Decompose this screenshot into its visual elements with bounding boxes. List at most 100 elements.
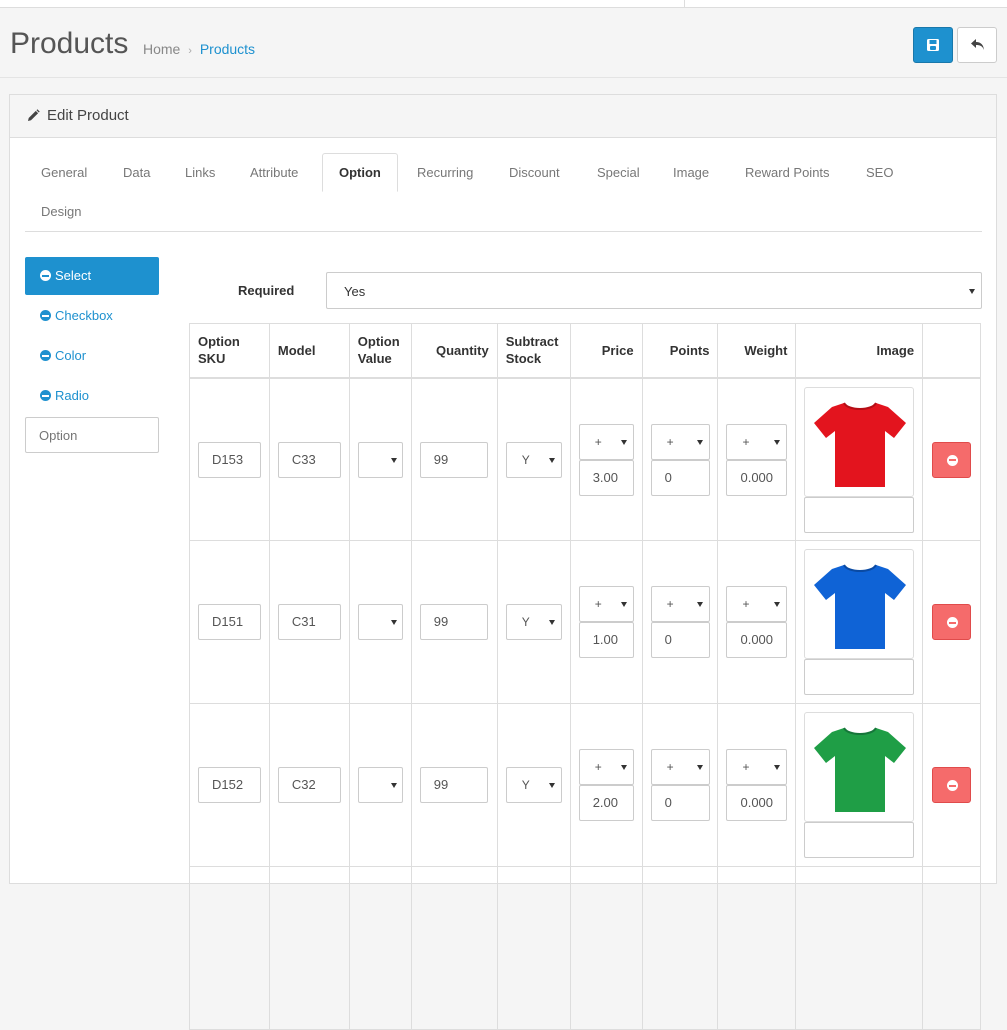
caret-down-icon — [774, 439, 781, 445]
points-prefix-select[interactable]: + — [650, 586, 710, 622]
caret-down-icon — [774, 602, 781, 607]
weight-input[interactable]: 0.000 — [726, 622, 788, 658]
table-row: D152 C32 99 Y + 2.00 + 0 + 0.000 — [189, 703, 981, 867]
caret-down-icon — [696, 765, 703, 770]
image-path-input[interactable] — [804, 496, 915, 533]
col-points: Points — [641, 323, 719, 379]
tab-seo[interactable]: SEO — [850, 153, 909, 192]
pencil-icon — [28, 109, 40, 121]
table-row: D153 C33 99 Y + 3.00 + 0 + 0.000 — [189, 377, 981, 541]
option-value-select[interactable] — [357, 441, 403, 478]
price-prefix-select[interactable]: + — [578, 423, 634, 460]
quantity-input[interactable]: 99 — [419, 767, 488, 803]
col-subtract-stock: Subtract Stock — [496, 323, 571, 379]
minus-circle-icon — [40, 350, 51, 361]
model-input[interactable]: C31 — [277, 604, 341, 640]
price-prefix-select[interactable]: + — [578, 586, 634, 622]
subtract-stock-select[interactable]: Y — [505, 604, 562, 640]
price-input[interactable]: 1.00 — [578, 622, 634, 658]
weight-input[interactable]: 0.000 — [726, 459, 788, 496]
option-sku-input[interactable]: D152 — [198, 767, 261, 803]
option-tab-checkbox[interactable]: Checkbox — [25, 297, 159, 335]
option-autocomplete-input[interactable] — [25, 417, 159, 453]
option-sku-input[interactable]: D151 — [198, 604, 261, 640]
points-input[interactable]: 0 — [650, 459, 710, 496]
option-tab-radio[interactable]: Radio — [25, 377, 159, 415]
tab-reward-points[interactable]: Reward Points — [729, 153, 846, 192]
minus-circle-icon — [947, 617, 959, 628]
red-tshirt-image — [814, 401, 907, 487]
back-button[interactable] — [957, 27, 997, 63]
col-option-value: Option Value — [348, 323, 412, 379]
product-tabs: General Data Links Attribute Option Recu… — [25, 153, 982, 232]
tab-recurring[interactable]: Recurring — [401, 153, 489, 192]
caret-down-icon — [390, 783, 397, 788]
subtract-stock-select[interactable]: Y — [505, 441, 562, 478]
tab-general[interactable]: General — [25, 153, 103, 192]
col-option-sku: Option SKU — [189, 323, 270, 379]
tab-design[interactable]: Design — [25, 192, 97, 231]
caret-down-icon — [548, 620, 555, 625]
table-row: D151 C31 99 Y + 1.00 + 0 + 0.000 — [189, 540, 981, 704]
quantity-input[interactable]: 99 — [419, 604, 488, 640]
tab-image[interactable]: Image — [657, 153, 725, 192]
remove-row-button[interactable] — [932, 604, 972, 640]
save-button[interactable] — [913, 27, 953, 63]
required-select[interactable]: Yes — [326, 272, 982, 309]
points-prefix-select[interactable]: + — [650, 423, 710, 460]
edit-product-panel: Edit Product General Data Links Attribut… — [9, 94, 997, 1030]
tab-links[interactable]: Links — [169, 153, 231, 192]
caret-down-icon — [696, 602, 703, 607]
blue-tshirt-image — [814, 564, 907, 649]
option-tab-color[interactable]: Color — [25, 337, 159, 375]
caret-down-icon — [620, 602, 627, 607]
model-input[interactable]: C32 — [277, 767, 341, 803]
green-tshirt-image — [814, 727, 907, 812]
image-path-input[interactable] — [804, 822, 915, 858]
points-prefix-select[interactable]: + — [650, 749, 710, 785]
weight-prefix-select[interactable]: + — [726, 586, 788, 622]
col-quantity: Quantity — [410, 323, 498, 379]
option-values-table: Option SKU Model Option Value Quantity Sub… — [189, 323, 981, 1030]
weight-prefix-select[interactable]: + — [726, 749, 788, 785]
minus-circle-icon — [40, 390, 51, 401]
price-input[interactable]: 3.00 — [578, 459, 634, 496]
option-value-select[interactable] — [357, 767, 403, 803]
tab-attribute[interactable]: Attribute — [234, 153, 314, 192]
subtract-stock-select[interactable]: Y — [505, 767, 562, 803]
panel-heading: Edit Product — [10, 95, 996, 138]
price-prefix-select[interactable]: + — [578, 749, 634, 785]
minus-circle-icon — [40, 310, 51, 321]
breadcrumb-home[interactable]: Home — [143, 41, 180, 57]
option-sku-input[interactable]: D153 — [198, 441, 261, 478]
tab-special[interactable]: Special — [581, 153, 656, 192]
top-navbar — [0, 0, 1007, 8]
points-input[interactable]: 0 — [650, 785, 710, 821]
option-image-thumbnail[interactable] — [804, 549, 915, 659]
option-image-thumbnail[interactable] — [804, 712, 915, 822]
option-value-select[interactable] — [357, 604, 403, 640]
caret-down-icon — [774, 765, 781, 770]
quantity-input[interactable]: 99 — [419, 441, 488, 478]
remove-row-button[interactable] — [932, 767, 972, 803]
tab-discount[interactable]: Discount — [493, 153, 576, 192]
option-image-thumbnail[interactable] — [804, 386, 915, 497]
points-input[interactable]: 0 — [650, 622, 710, 658]
model-input[interactable]: C33 — [277, 441, 341, 478]
price-input[interactable]: 2.00 — [578, 785, 634, 821]
tab-option[interactable]: Option — [322, 153, 398, 192]
option-tab-select[interactable]: Select — [25, 257, 159, 295]
tab-data[interactable]: Data — [107, 153, 166, 192]
caret-down-icon — [969, 289, 975, 294]
page-header: Products Home › Products — [0, 8, 1007, 78]
weight-prefix-select[interactable]: + — [726, 423, 788, 460]
weight-input[interactable]: 0.000 — [726, 785, 788, 821]
caret-down-icon — [548, 783, 555, 788]
minus-circle-icon — [40, 270, 51, 281]
remove-row-button[interactable] — [932, 441, 972, 478]
required-value: Yes — [344, 284, 366, 299]
caret-down-icon — [390, 457, 397, 463]
breadcrumb-products[interactable]: Products — [200, 41, 255, 57]
image-path-input[interactable] — [804, 659, 915, 695]
col-weight: Weight — [717, 323, 797, 379]
